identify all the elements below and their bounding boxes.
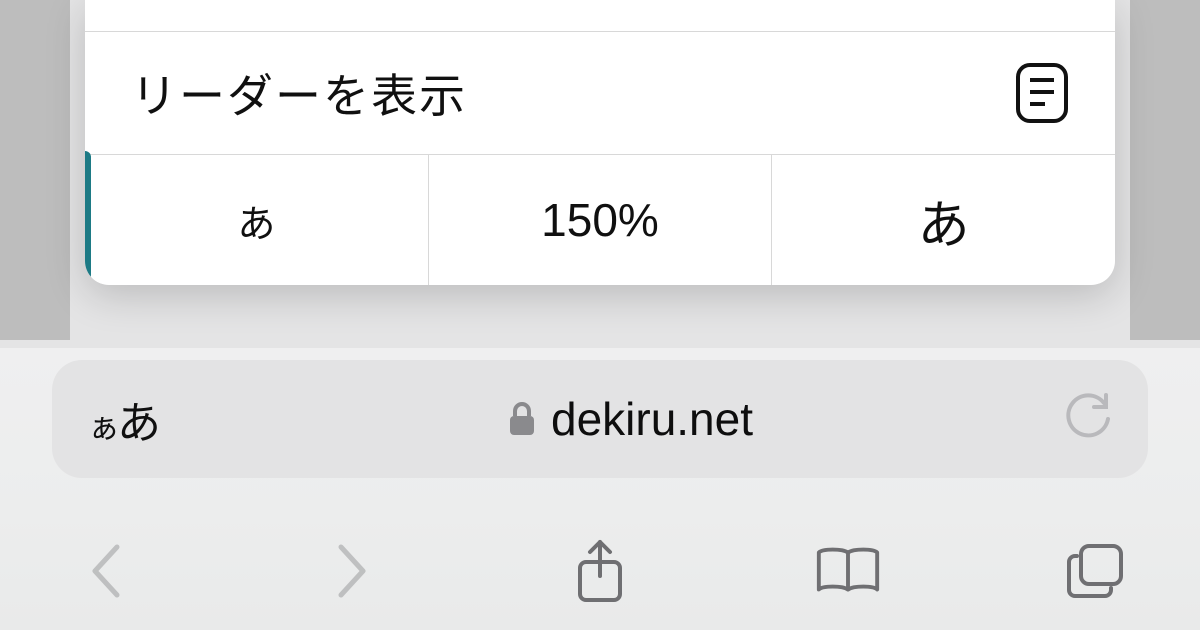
- bottom-toolbar: [0, 512, 1200, 630]
- show-reader-row[interactable]: リーダーを表示: [85, 32, 1115, 155]
- lock-icon: [507, 400, 537, 438]
- forward-button[interactable]: [318, 536, 388, 606]
- tabs-button[interactable]: [1060, 536, 1130, 606]
- url-text: dekiru.net: [551, 392, 753, 446]
- text-size-increase-button[interactable]: あ: [771, 155, 1115, 285]
- url-display[interactable]: dekiru.net: [208, 392, 1052, 446]
- page-settings-popover: リーダーを表示 あ 150% あ: [85, 0, 1115, 285]
- text-size-decrease-button[interactable]: あ: [85, 155, 428, 285]
- reader-icon: [1015, 62, 1069, 124]
- address-bar[interactable]: ぁあ dekiru.net: [52, 360, 1148, 478]
- page-settings-button[interactable]: ぁあ: [88, 387, 208, 451]
- bookmarks-button[interactable]: [813, 536, 883, 606]
- text-size-value[interactable]: 150%: [428, 155, 772, 285]
- reload-button[interactable]: [1052, 393, 1112, 445]
- show-reader-label: リーダーを表示: [131, 60, 467, 126]
- text-size-row: あ 150% あ: [85, 155, 1115, 285]
- back-button[interactable]: [70, 536, 140, 606]
- accent-mark: [85, 151, 91, 281]
- address-bar-area: ぁあ dekiru.net: [0, 348, 1200, 512]
- share-button[interactable]: [565, 536, 635, 606]
